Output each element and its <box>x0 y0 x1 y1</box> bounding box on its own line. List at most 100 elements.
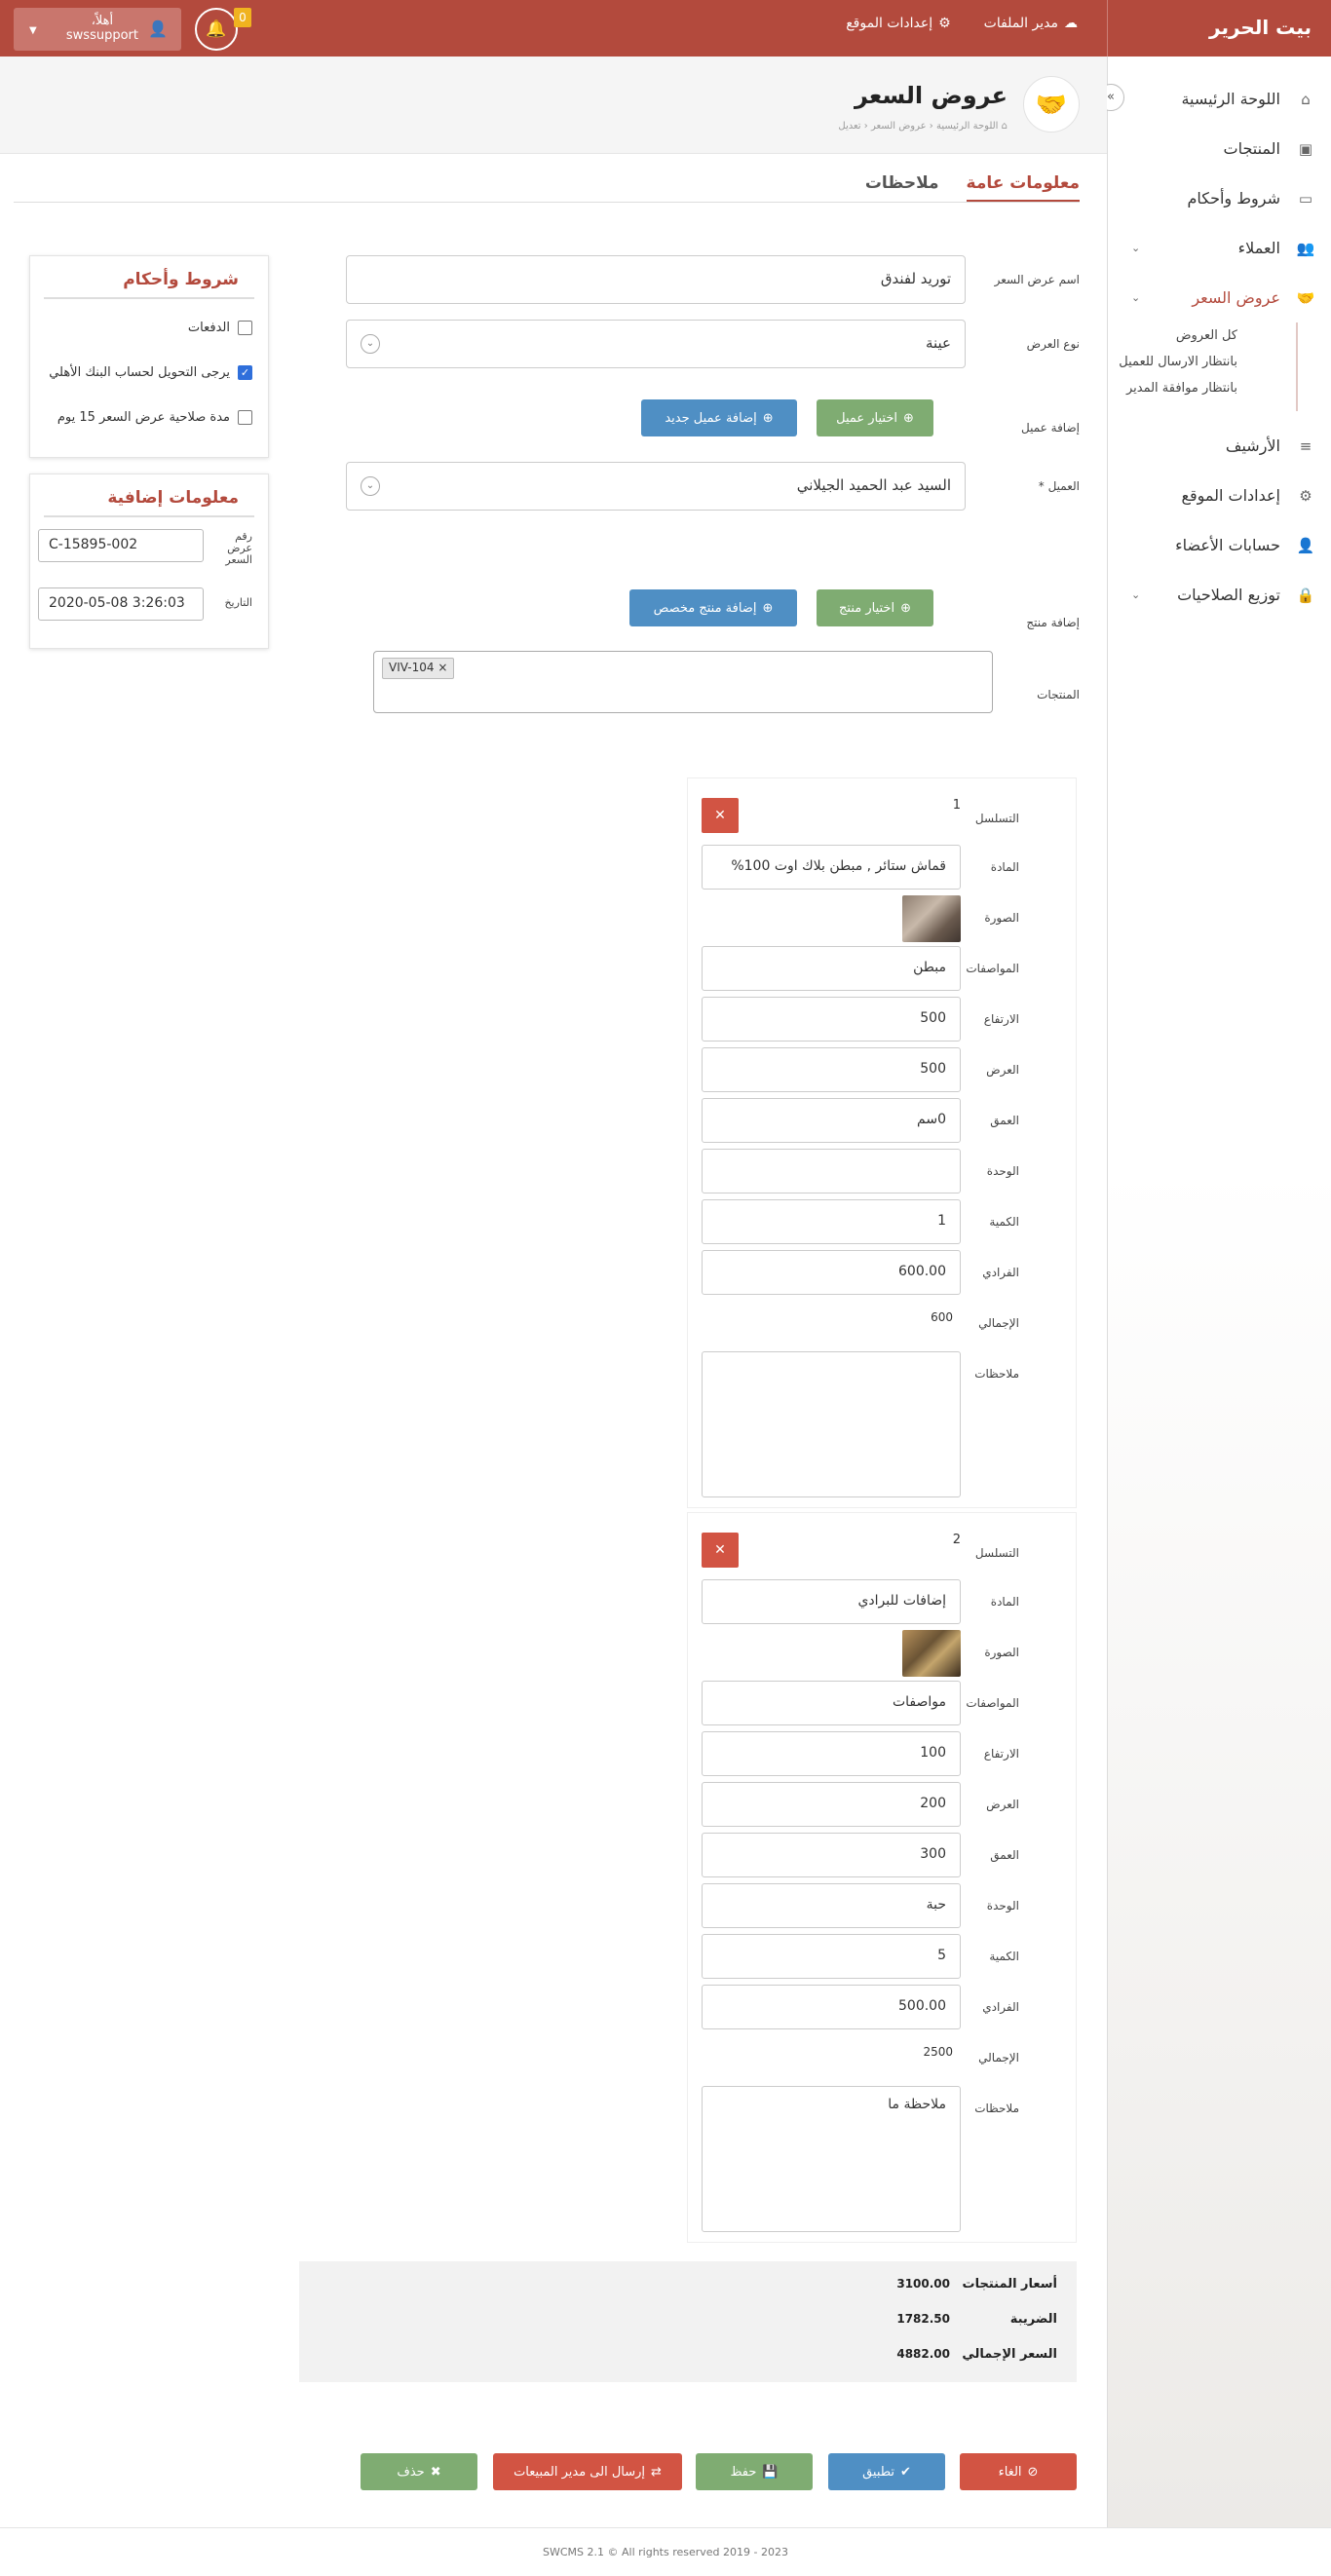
checkbox-checked[interactable]: ✓ <box>238 364 252 380</box>
submenu-all-offers[interactable]: كل العروض <box>1108 322 1237 349</box>
close-icon: ✕ <box>714 808 726 823</box>
quantity-input[interactable]: 1 <box>702 1199 961 1244</box>
save-button[interactable]: 💾 حفظ <box>696 2453 813 2490</box>
specs-input[interactable]: مواصفات <box>702 1681 961 1725</box>
user-name-block: أهلاً، swssupport <box>66 14 138 43</box>
sidebar-item-price-offers[interactable]: 🤝 عروض السعر ⌄ <box>1108 273 1331 322</box>
cancel-button[interactable]: ⊘ الغاء <box>960 2453 1077 2490</box>
sidebar-item-members[interactable]: 👤 حسابات الأعضاء <box>1108 520 1331 570</box>
item-height-row: الارتفاع 500 <box>686 993 1076 1043</box>
sidebar-item-clients[interactable]: 👥 العملاء ⌄ <box>1108 223 1331 273</box>
client-select[interactable]: السيد عبد الحميد الجيلاني ⌄ <box>346 462 966 511</box>
material-input[interactable]: قماش ستائر , مبطن بلاك اوت 100% <box>702 845 961 890</box>
submenu-waiting-manager[interactable]: بانتظار موافقة المدير <box>1108 375 1237 401</box>
save-label: حفظ <box>730 2464 757 2480</box>
item-quantity-row: الكمية 5 <box>686 1930 1076 1981</box>
terms-option-bank[interactable]: ✓ يرجى التحويل لحساب البنك الأهلي <box>30 350 268 395</box>
plus-circle-icon: ⊕ <box>903 410 914 426</box>
chevron-down-icon: ⌄ <box>1131 242 1141 254</box>
material-input[interactable]: إضافات للبرادي <box>702 1579 961 1624</box>
products-tag-input[interactable]: VIV-104 × <box>373 651 993 713</box>
depth-input[interactable]: 300 <box>702 1833 961 1877</box>
add-custom-product-button[interactable]: ⊕ إضافة منتج مخصص <box>629 589 797 626</box>
notes-textarea[interactable]: ملاحظة ما <box>702 2086 961 2232</box>
sidebar-item-site-settings[interactable]: ⚙ إعدادات الموقع <box>1108 471 1331 520</box>
item-height-row: الارتفاع 100 <box>686 1727 1076 1778</box>
height-input[interactable]: 100 <box>702 1731 961 1776</box>
send-label: إرسال الى مدير المبيعات <box>513 2464 646 2480</box>
quantity-input[interactable]: 5 <box>702 1934 961 1979</box>
user-menu[interactable]: ▼ أهلاً، swssupport 👤 <box>14 8 181 51</box>
delete-button[interactable]: ✖ حذف <box>361 2453 477 2490</box>
apply-label: تطبيق <box>862 2464 895 2480</box>
apply-button[interactable]: ✔ تطبيق <box>828 2453 945 2490</box>
serial-value: 2 <box>952 1533 961 1547</box>
notification-badge: 0 <box>234 8 251 27</box>
sidebar-item-terms[interactable]: ▭ شروط وأحكام <box>1108 173 1331 223</box>
tab-general-info[interactable]: معلومات عامة <box>966 173 1080 202</box>
close-icon[interactable]: × <box>437 661 447 674</box>
site-settings-label: إعدادات الموقع <box>846 16 933 31</box>
breadcrumb-offers[interactable]: عروض السعر <box>871 121 927 132</box>
add-new-client-button[interactable]: ⊕ إضافة عميل جديد <box>641 399 797 436</box>
product-tag[interactable]: VIV-104 × <box>382 658 455 679</box>
lock-icon: 🔒 <box>1296 586 1315 604</box>
delete-item-button[interactable]: ✕ <box>702 1533 739 1568</box>
file-manager-link[interactable]: ☁ مدير الملفات <box>984 16 1078 31</box>
serial-label: التسلسل <box>974 1546 1019 1560</box>
item-material-row: المادة قماش ستائر , مبطن بلاك اوت 100% <box>686 841 1076 891</box>
specs-input[interactable]: مبطن <box>702 946 961 991</box>
sidebar-item-archive[interactable]: ≡ الأرشيف <box>1108 421 1331 471</box>
submenu-waiting-client[interactable]: بانتظار الارسال للعميل <box>1108 349 1237 375</box>
sidebar-item-label: حسابات الأعضاء <box>1175 536 1280 554</box>
tax-label: الضريبة <box>1009 2312 1057 2327</box>
user-icon: 👤 <box>148 19 168 38</box>
item-thumbnail[interactable] <box>902 1630 961 1677</box>
offer-name-input[interactable]: توريد لفندق <box>346 255 966 304</box>
ban-icon: ⊘ <box>1027 2464 1039 2480</box>
choose-product-button[interactable]: ⊕ اختيار منتج <box>817 589 933 626</box>
height-label: الارتفاع <box>983 1012 1019 1026</box>
bell-icon: 🔔 <box>206 19 227 39</box>
depth-input[interactable]: 0سم <box>702 1098 961 1143</box>
notifications-button[interactable]: 🔔 <box>195 8 238 51</box>
grand-total-row: السعر الإجمالي 4882.00 <box>299 2337 1077 2372</box>
send-to-sales-manager-button[interactable]: ⇄ إرسال الى مدير المبيعات <box>493 2453 682 2490</box>
grand-total-label: السعر الإجمالي <box>962 2347 1057 2362</box>
site-settings-link[interactable]: ⚙ إعدادات الموقع <box>846 16 950 31</box>
notes-textarea[interactable] <box>702 1351 961 1497</box>
tab-notes[interactable]: ملاحظات <box>865 173 939 202</box>
sidebar-item-label: اللوحة الرئيسية <box>1181 90 1280 108</box>
width-input[interactable]: 200 <box>702 1782 961 1827</box>
sidebar-item-products[interactable]: ▣ المنتجات <box>1108 124 1331 173</box>
item-thumbnail[interactable] <box>902 895 961 942</box>
terms-option-payments[interactable]: الدفعات <box>30 305 268 350</box>
chevron-down-icon: ⌄ <box>1131 588 1141 601</box>
checkbox[interactable] <box>238 320 252 335</box>
width-input[interactable]: 500 <box>702 1047 961 1092</box>
tax-value: 1782.50 <box>896 2312 950 2326</box>
brand-title[interactable]: بيت الحرير <box>1107 0 1331 57</box>
offer-type-select[interactable]: عينة ⌄ <box>346 320 966 368</box>
choose-client-button[interactable]: ⊕ اختيار عميل <box>817 399 933 436</box>
unit-input[interactable]: حبة <box>702 1883 961 1928</box>
terms-option-validity[interactable]: مدة صلاحية عرض السعر 15 يوم <box>30 395 268 439</box>
offer-number-input[interactable]: C-15895-002 <box>38 529 204 562</box>
date-input[interactable]: 2020-05-08 3:26:03 <box>38 587 204 621</box>
sidebar-item-dashboard[interactable]: ⌂ اللوحة الرئيسية <box>1108 74 1331 124</box>
unit-price-input[interactable]: 600.00 <box>702 1250 961 1295</box>
checkbox[interactable] <box>238 409 252 425</box>
item-unit-row: الوحدة <box>686 1145 1076 1195</box>
unit-input[interactable] <box>702 1149 961 1193</box>
breadcrumb-home[interactable]: اللوحة الرئيسية <box>936 121 998 132</box>
depth-label: العمق <box>990 1114 1019 1127</box>
height-input[interactable]: 500 <box>702 997 961 1042</box>
unit-price-input[interactable]: 500.00 <box>702 1985 961 2029</box>
sidebar-item-permissions[interactable]: 🔒 توزيع الصلاحيات ⌄ <box>1108 570 1331 620</box>
item-unit-price-row: الفرادي 500.00 <box>686 1981 1076 2031</box>
item-unit-price-row: الفرادي 600.00 <box>686 1246 1076 1297</box>
image-label: الصورة <box>984 1646 1019 1659</box>
delete-item-button[interactable]: ✕ <box>702 798 739 833</box>
list-icon: ≡ <box>1299 436 1312 455</box>
breadcrumb-current: تعديل <box>838 121 861 132</box>
